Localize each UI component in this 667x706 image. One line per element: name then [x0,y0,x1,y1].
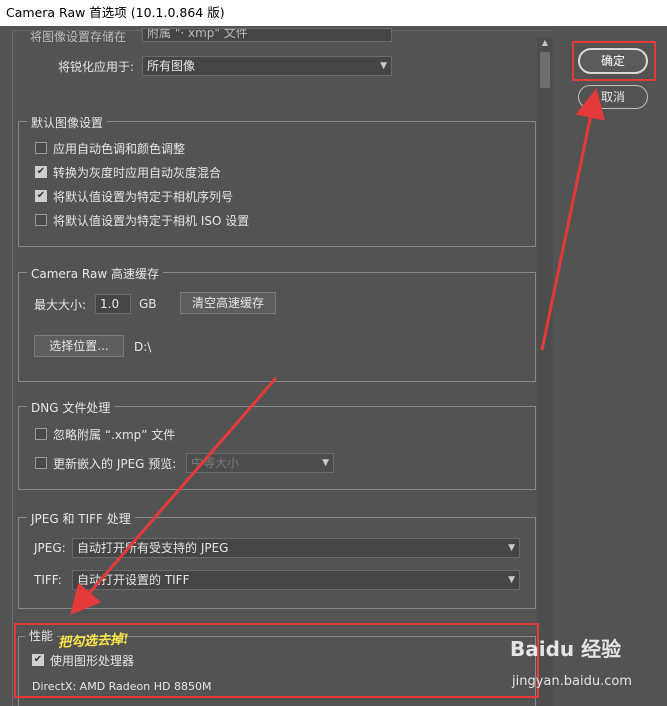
location-path: D:\ [134,340,152,354]
auto-tone-checkbox[interactable] [35,142,47,154]
chevron-down-icon: ▼ [322,458,329,468]
max-size-input[interactable]: 1.0 [95,294,131,314]
auto-tone-label: 应用自动色调和颜色调整 [53,141,186,156]
vertical-scrollbar[interactable] [537,37,553,706]
sharpen-row: 将锐化应用于: [58,58,134,74]
unit-row: GB [139,296,157,312]
storage-select[interactable]: 附属 "· xmp" 文件 [142,28,392,42]
iso-default-row[interactable]: 将默认值设置为特定于相机 ISO 设置 [35,212,249,228]
jpeg-row: JPEG: [34,540,66,556]
preview-size-select[interactable]: 中等大小 ▼ [186,453,334,473]
dng-group: DNG 文件处理 [18,399,536,490]
cache-group: Camera Raw 高速缓存 [18,265,536,382]
jpeg-label: JPEG: [34,541,66,555]
jpeg-tiff-group: JPEG 和 TIFF 处理 [18,510,536,609]
tiff-select-value: 自动打开设置的 TIFF [77,573,190,587]
dng-legend: DNG 文件处理 [27,399,115,416]
cancel-button[interactable]: 取消 [578,85,648,109]
jpeg-tiff-legend: JPEG 和 TIFF 处理 [27,510,135,527]
max-size-row: 最大大小: [34,296,86,312]
update-jpeg-row[interactable]: 更新嵌入的 JPEG 预览: [35,455,176,471]
serial-default-checkbox[interactable]: ✔ [35,190,47,202]
max-size-label: 最大大小: [34,297,87,312]
select-location-button[interactable]: 选择位置... [34,335,124,357]
storage-label: 将图像设置存储在 [30,30,127,42]
jpeg-select[interactable]: 自动打开所有受支持的 JPEG ▼ [72,538,520,558]
location-path-row: D:\ [134,339,151,355]
auto-gray-label: 转换为灰度时应用自动灰度混合 [53,165,222,180]
window-title: Camera Raw 首选项 (10.1.0.864 版) [0,0,667,26]
ignore-xmp-label: 忽略附属 “.xmp” 文件 [53,427,176,442]
preview-size-value: 中等大小 [191,456,240,470]
tiff-label: TIFF: [34,573,62,587]
update-jpeg-checkbox[interactable] [35,457,47,469]
jpeg-select-value: 自动打开所有受支持的 JPEG [77,541,229,555]
ignore-xmp-row[interactable]: 忽略附属 “.xmp” 文件 [35,426,175,442]
iso-default-label: 将默认值设置为特定于相机 ISO 设置 [53,213,250,228]
tiff-row: TIFF: [34,572,62,588]
auto-gray-checkbox[interactable]: ✔ [35,166,47,178]
baidu-watermark-logo: Baidu 经验 [510,637,622,661]
annotation-text: 把勾选去掉! [57,632,130,651]
scrollbar-thumb[interactable] [540,52,550,88]
storage-row: 将图像设置存储在 [30,30,126,42]
scroll-up-arrow-icon[interactable]: ▲ [540,38,550,48]
sharpen-select-value: 所有图像 [147,59,196,73]
default-image-legend: 默认图像设置 [27,114,108,131]
max-size-value: 1.0 [100,297,120,311]
sharpen-select[interactable]: 所有图像 ▼ [142,56,392,76]
iso-default-checkbox[interactable] [35,214,47,226]
chevron-down-icon: ▼ [380,61,387,71]
serial-default-row[interactable]: ✔ 将默认值设置为特定于相机序列号 [35,188,233,204]
update-jpeg-label: 更新嵌入的 JPEG 预览: [53,456,177,471]
chevron-down-icon: ▼ [508,575,515,585]
ignore-xmp-checkbox[interactable] [35,428,47,440]
auto-gray-row[interactable]: ✔ 转换为灰度时应用自动灰度混合 [35,164,221,180]
sharpen-label: 将锐化应用于: [58,59,135,74]
purge-cache-button[interactable]: 清空高速缓存 [180,292,276,314]
unit-label: GB [139,297,157,311]
baidu-watermark-url: jingyan.baidu.com [512,674,632,689]
cache-legend: Camera Raw 高速缓存 [27,265,163,282]
auto-tone-row[interactable]: 应用自动色调和颜色调整 [35,140,185,156]
serial-default-label: 将默认值设置为特定于相机序列号 [53,189,234,204]
storage-select-value: 附属 "· xmp" 文件 [147,28,248,40]
chevron-down-icon: ▼ [508,543,515,553]
tiff-select[interactable]: 自动打开设置的 TIFF ▼ [72,570,520,590]
ok-highlight-box [572,41,656,81]
